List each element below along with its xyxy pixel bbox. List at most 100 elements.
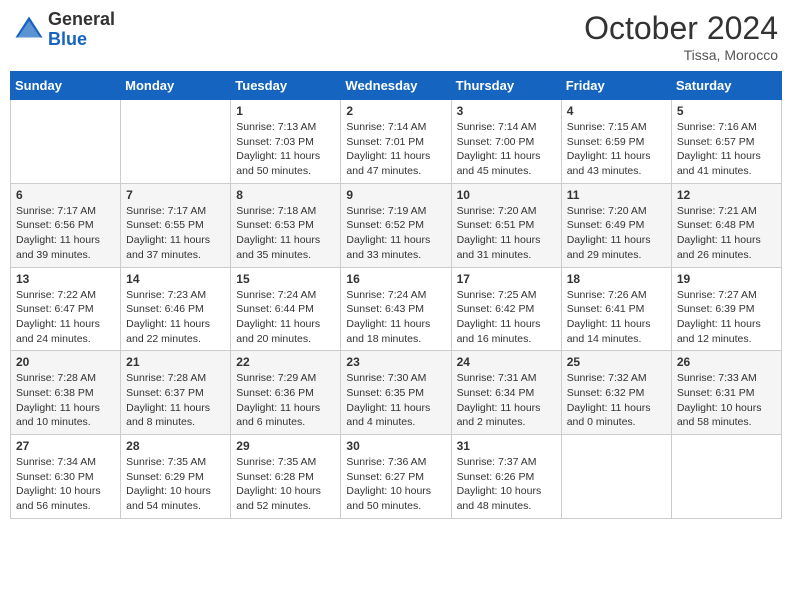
logo-blue: Blue — [48, 30, 115, 50]
calendar-cell: 31Sunrise: 7:37 AMSunset: 6:26 PMDayligh… — [451, 435, 561, 519]
day-info: Sunrise: 7:36 AMSunset: 6:27 PMDaylight:… — [346, 455, 445, 514]
day-number: 12 — [677, 188, 776, 202]
calendar-cell: 30 Sunrise: 7:36 AMSunset: 6:27 PMDayligh… — [341, 435, 451, 519]
day-info: Sunrise: 7:35 AMSunset: 6:29 PMDaylight:… — [126, 455, 225, 514]
calendar-cell: 7 Sunrise: 7:17 AMSunset: 6:55 PMDaylight… — [121, 183, 231, 267]
weekday-header: Friday — [561, 72, 671, 100]
day-info: Sunrise: 7:23 AMSunset: 6:46 PMDaylight:… — [126, 288, 225, 347]
calendar-cell: 13 Sunrise: 7:22 AMSunset: 6:47 PMDayligh… — [11, 267, 121, 351]
calendar-cell: 8 Sunrise: 7:18 AMSunset: 6:53 PMDaylight… — [231, 183, 341, 267]
day-number: 28 — [126, 439, 225, 453]
calendar-cell: 28 Sunrise: 7:35 AMSunset: 6:29 PMDayligh… — [121, 435, 231, 519]
calendar-week-row: 27 Sunrise: 7:34 AMSunset: 6:30 PMDayligh… — [11, 435, 782, 519]
day-number: 25 — [567, 355, 666, 369]
weekday-header: Wednesday — [341, 72, 451, 100]
calendar-week-row: 20 Sunrise: 7:28 AMSunset: 6:38 PMDayligh… — [11, 351, 782, 435]
day-info: Sunrise: 7:19 AMSunset: 6:52 PMDaylight:… — [346, 204, 445, 263]
day-info: Sunrise: 7:26 AMSunset: 6:41 PMDaylight:… — [567, 288, 666, 347]
location: Tissa, Morocco — [584, 47, 778, 63]
calendar-cell: 11Sunrise: 7:20 AMSunset: 6:49 PMDayligh… — [561, 183, 671, 267]
day-info: Sunrise: 7:24 AMSunset: 6:43 PMDaylight:… — [346, 288, 445, 347]
day-number: 20 — [16, 355, 115, 369]
calendar-cell: 25 Sunrise: 7:32 AMSunset: 6:32 PMDayligh… — [561, 351, 671, 435]
day-number: 18 — [567, 272, 666, 286]
day-number: 24 — [457, 355, 556, 369]
day-info: Sunrise: 7:18 AMSunset: 6:53 PMDaylight:… — [236, 204, 335, 263]
day-number: 10 — [457, 188, 556, 202]
calendar-cell: 3 Sunrise: 7:14 AMSunset: 7:00 PMDaylight… — [451, 100, 561, 184]
calendar-week-row: 13 Sunrise: 7:22 AMSunset: 6:47 PMDayligh… — [11, 267, 782, 351]
day-info: Sunrise: 7:28 AMSunset: 6:38 PMDaylight:… — [16, 371, 115, 430]
day-number: 21 — [126, 355, 225, 369]
day-number: 14 — [126, 272, 225, 286]
day-info: Sunrise: 7:22 AMSunset: 6:47 PMDaylight:… — [16, 288, 115, 347]
day-number: 27 — [16, 439, 115, 453]
day-info: Sunrise: 7:30 AMSunset: 6:35 PMDaylight:… — [346, 371, 445, 430]
calendar-cell: 22 Sunrise: 7:29 AMSunset: 6:36 PMDayligh… — [231, 351, 341, 435]
day-info: Sunrise: 7:13 AMSunset: 7:03 PMDaylight:… — [236, 120, 335, 179]
day-number: 6 — [16, 188, 115, 202]
day-number: 4 — [567, 104, 666, 118]
calendar-cell — [561, 435, 671, 519]
calendar-cell: 1Sunrise: 7:13 AMSunset: 7:03 PMDaylight… — [231, 100, 341, 184]
day-number: 23 — [346, 355, 445, 369]
day-info: Sunrise: 7:15 AMSunset: 6:59 PMDaylight:… — [567, 120, 666, 179]
day-number: 30 — [346, 439, 445, 453]
day-number: 22 — [236, 355, 335, 369]
day-info: Sunrise: 7:28 AMSunset: 6:37 PMDaylight:… — [126, 371, 225, 430]
day-info: Sunrise: 7:31 AMSunset: 6:34 PMDaylight:… — [457, 371, 556, 430]
day-number: 29 — [236, 439, 335, 453]
weekday-header: Tuesday — [231, 72, 341, 100]
day-number: 3 — [457, 104, 556, 118]
calendar-cell: 23 Sunrise: 7:30 AMSunset: 6:35 PMDayligh… — [341, 351, 451, 435]
day-number: 9 — [346, 188, 445, 202]
day-info: Sunrise: 7:14 AMSunset: 7:00 PMDaylight:… — [457, 120, 556, 179]
calendar-cell: 20 Sunrise: 7:28 AMSunset: 6:38 PMDayligh… — [11, 351, 121, 435]
day-info: Sunrise: 7:32 AMSunset: 6:32 PMDaylight:… — [567, 371, 666, 430]
day-info: Sunrise: 7:20 AMSunset: 6:49 PMDaylight:… — [567, 204, 666, 263]
calendar-cell: 5 Sunrise: 7:16 AMSunset: 6:57 PMDaylight… — [671, 100, 781, 184]
calendar-cell: 2 Sunrise: 7:14 AMSunset: 7:01 PMDaylight… — [341, 100, 451, 184]
calendar-cell: 17Sunrise: 7:25 AMSunset: 6:42 PMDayligh… — [451, 267, 561, 351]
calendar-cell: 24 Sunrise: 7:31 AMSunset: 6:34 PMDayligh… — [451, 351, 561, 435]
day-info: Sunrise: 7:24 AMSunset: 6:44 PMDaylight:… — [236, 288, 335, 347]
day-info: Sunrise: 7:16 AMSunset: 6:57 PMDaylight:… — [677, 120, 776, 179]
calendar-cell: 26Sunrise: 7:33 AMSunset: 6:31 PMDayligh… — [671, 351, 781, 435]
day-number: 8 — [236, 188, 335, 202]
page-header: General Blue October 2024 Tissa, Morocco — [10, 10, 782, 63]
weekday-header: Sunday — [11, 72, 121, 100]
calendar-week-row: 6 Sunrise: 7:17 AMSunset: 6:56 PMDaylight… — [11, 183, 782, 267]
day-info: Sunrise: 7:29 AMSunset: 6:36 PMDaylight:… — [236, 371, 335, 430]
weekday-header-row: SundayMondayTuesdayWednesdayThursdayFrid… — [11, 72, 782, 100]
calendar-cell: 12 Sunrise: 7:21 AMSunset: 6:48 PMDayligh… — [671, 183, 781, 267]
calendar-cell — [11, 100, 121, 184]
calendar-table: SundayMondayTuesdayWednesdayThursdayFrid… — [10, 71, 782, 519]
calendar-cell: 4 Sunrise: 7:15 AMSunset: 6:59 PMDaylight… — [561, 100, 671, 184]
day-info: Sunrise: 7:14 AMSunset: 7:01 PMDaylight:… — [346, 120, 445, 179]
day-info: Sunrise: 7:17 AMSunset: 6:56 PMDaylight:… — [16, 204, 115, 263]
calendar-cell: 27 Sunrise: 7:34 AMSunset: 6:30 PMDayligh… — [11, 435, 121, 519]
calendar-cell — [121, 100, 231, 184]
title-section: October 2024 Tissa, Morocco — [584, 10, 778, 63]
logo-icon — [14, 15, 44, 45]
day-info: Sunrise: 7:34 AMSunset: 6:30 PMDaylight:… — [16, 455, 115, 514]
calendar-cell: 19Sunrise: 7:27 AMSunset: 6:39 PMDayligh… — [671, 267, 781, 351]
day-number: 13 — [16, 272, 115, 286]
day-number: 15 — [236, 272, 335, 286]
day-info: Sunrise: 7:35 AMSunset: 6:28 PMDaylight:… — [236, 455, 335, 514]
calendar-cell: 9 Sunrise: 7:19 AMSunset: 6:52 PMDaylight… — [341, 183, 451, 267]
day-number: 16 — [346, 272, 445, 286]
day-number: 5 — [677, 104, 776, 118]
day-number: 19 — [677, 272, 776, 286]
weekday-header: Saturday — [671, 72, 781, 100]
day-info: Sunrise: 7:37 AMSunset: 6:26 PMDaylight:… — [457, 455, 556, 514]
day-number: 7 — [126, 188, 225, 202]
day-info: Sunrise: 7:33 AMSunset: 6:31 PMDaylight:… — [677, 371, 776, 430]
calendar-cell: 21 Sunrise: 7:28 AMSunset: 6:37 PMDayligh… — [121, 351, 231, 435]
day-info: Sunrise: 7:17 AMSunset: 6:55 PMDaylight:… — [126, 204, 225, 263]
day-number: 2 — [346, 104, 445, 118]
day-info: Sunrise: 7:21 AMSunset: 6:48 PMDaylight:… — [677, 204, 776, 263]
calendar-cell — [671, 435, 781, 519]
calendar-cell: 10 Sunrise: 7:20 AMSunset: 6:51 PMDayligh… — [451, 183, 561, 267]
day-info: Sunrise: 7:20 AMSunset: 6:51 PMDaylight:… — [457, 204, 556, 263]
